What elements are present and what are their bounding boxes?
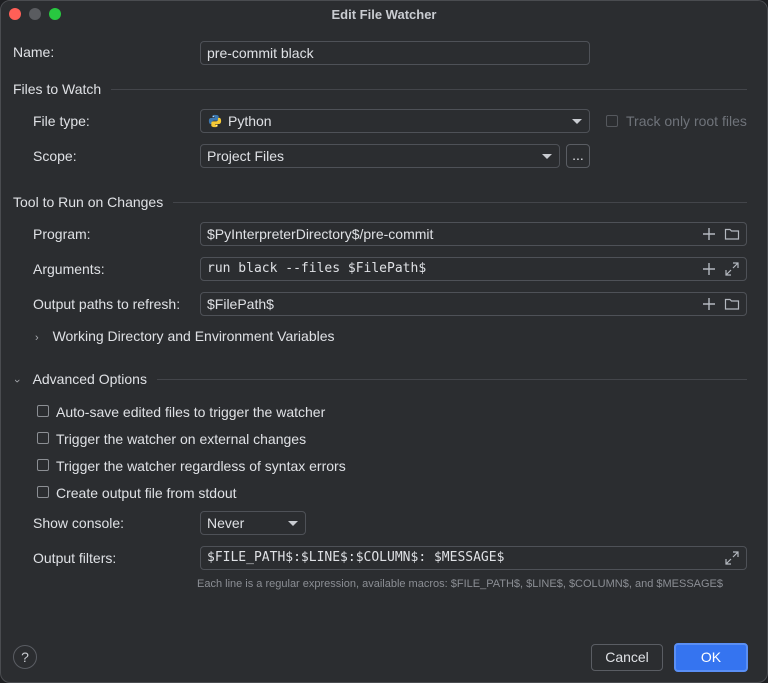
expand-icon[interactable] (724, 550, 740, 566)
expand-icon[interactable] (724, 261, 740, 277)
divider (157, 379, 747, 380)
scope-label: Scope: (33, 148, 77, 164)
stdout-output-label: Create output file from stdout (56, 485, 237, 501)
working-directory-toggle[interactable]: › Working Directory and Environment Vari… (35, 328, 335, 344)
program-label: Program: (33, 226, 91, 242)
arguments-input[interactable]: run black --files $FilePath$ (200, 257, 747, 281)
file-type-dropdown[interactable]: Python (200, 109, 590, 133)
syntax-errors-label: Trigger the watcher regardless of syntax… (56, 458, 346, 474)
output-paths-label: Output paths to refresh: (33, 296, 181, 312)
file-type-value: Python (228, 113, 272, 129)
chevron-right-icon: › (35, 332, 39, 344)
files-to-watch-heading: Files to Watch (13, 81, 102, 97)
name-label: Name: (13, 44, 55, 60)
output-filters-hint: Each line is a regular expression, avail… (197, 578, 724, 590)
edit-file-watcher-dialog: Edit File Watcher Name: pre-commit black… (0, 0, 768, 683)
help-button[interactable]: ? (13, 645, 37, 669)
show-console-label: Show console: (33, 515, 125, 531)
scope-browse-button[interactable]: ... (566, 144, 590, 168)
auto-save-checkbox[interactable] (37, 405, 49, 417)
add-macro-icon[interactable] (701, 261, 717, 277)
stdout-output-checkbox[interactable] (37, 486, 49, 498)
tool-to-run-heading: Tool to Run on Changes (13, 194, 164, 210)
file-type-label: File type: (33, 113, 90, 129)
ok-button[interactable]: OK (674, 643, 748, 672)
cancel-button[interactable]: Cancel (591, 644, 663, 671)
advanced-options-toggle[interactable]: › Advanced Options (11, 371, 147, 387)
output-filters-input[interactable]: $FILE_PATH$:$LINE$:$COLUMN$: $MESSAGE$ (200, 546, 747, 570)
title-bar: Edit File Watcher (1, 1, 767, 29)
chevron-down-icon (542, 154, 552, 159)
show-console-dropdown[interactable]: Never (200, 511, 306, 535)
arguments-label: Arguments: (33, 261, 105, 277)
program-value: $PyInterpreterDirectory$/pre-commit (207, 226, 434, 242)
chevron-down-icon (572, 119, 582, 124)
external-changes-label: Trigger the watcher on external changes (56, 431, 307, 447)
track-only-root-checkbox[interactable] (606, 115, 618, 127)
window-title: Edit File Watcher (331, 7, 437, 22)
advanced-options-heading: Advanced Options (32, 371, 147, 387)
output-paths-value: $FilePath$ (207, 296, 274, 312)
folder-icon[interactable] (724, 226, 740, 242)
folder-icon[interactable] (724, 296, 740, 312)
output-paths-input[interactable]: $FilePath$ (200, 292, 747, 316)
scope-dropdown[interactable]: Project Files (200, 144, 560, 168)
python-icon (208, 114, 222, 128)
scope-value: Project Files (207, 148, 285, 164)
syntax-errors-checkbox[interactable] (37, 459, 49, 471)
external-changes-checkbox[interactable] (37, 432, 49, 444)
chevron-down-icon (288, 521, 298, 526)
divider (111, 89, 747, 90)
divider (173, 202, 747, 203)
add-macro-icon[interactable] (701, 226, 717, 242)
show-console-value: Never (207, 515, 245, 531)
output-filters-label: Output filters: (33, 550, 117, 566)
arguments-value: run black --files $FilePath$ (207, 261, 427, 276)
output-filters-value: $FILE_PATH$:$LINE$:$COLUMN$: $MESSAGE$ (207, 550, 505, 565)
chevron-down-icon: › (10, 379, 23, 383)
add-macro-icon[interactable] (701, 296, 717, 312)
track-only-root-label: Track only root files (626, 113, 747, 129)
name-input[interactable]: pre-commit black (200, 41, 590, 65)
program-input[interactable]: $PyInterpreterDirectory$/pre-commit (200, 222, 747, 246)
auto-save-label: Auto-save edited files to trigger the wa… (56, 404, 326, 420)
working-directory-label: Working Directory and Environment Variab… (52, 328, 335, 344)
